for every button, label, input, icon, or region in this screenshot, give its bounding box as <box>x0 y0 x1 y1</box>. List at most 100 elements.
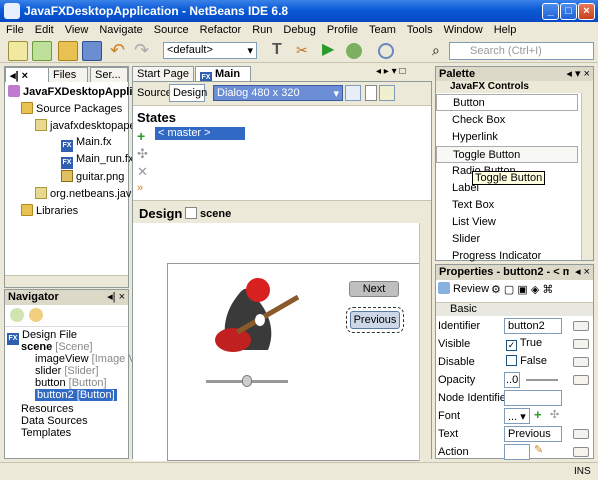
tab-files[interactable]: Files <box>48 67 88 82</box>
design-tab[interactable]: Design <box>169 84 207 102</box>
tree-package[interactable]: javafxdesktopape <box>35 119 136 132</box>
menu-profile[interactable]: Profile <box>321 22 363 36</box>
tree-org-package[interactable]: org.netbeans.jav <box>35 187 131 200</box>
menu-team[interactable]: Team <box>363 22 401 36</box>
open-project-icon[interactable] <box>58 41 78 61</box>
move-state-icon[interactable]: » <box>137 182 143 194</box>
sort-icon[interactable] <box>29 308 43 322</box>
navigator-controls[interactable]: ◂| × <box>107 290 125 303</box>
refresh-icon[interactable] <box>345 85 361 101</box>
configuration-select[interactable]: <default> ▾ <box>163 42 257 59</box>
property-view-icons[interactable]: ⚙ ▢ ▣ ◈ ⌘ <box>491 283 591 297</box>
design-canvas[interactable]: Next Previous <box>133 223 431 461</box>
run-icon[interactable]: ▶ <box>322 41 342 61</box>
tree-main-fx[interactable]: FX Main.fx <box>61 136 111 152</box>
menu-view[interactable]: View <box>59 22 94 36</box>
prop-visible-checkbox[interactable]: ✓ True <box>506 337 542 351</box>
palette-group[interactable]: JavaFX Controls <box>436 81 593 93</box>
nav-button[interactable]: button [Button] <box>35 377 107 389</box>
nav-scene[interactable]: scene [Scene] <box>21 341 93 353</box>
prop-node-id-field[interactable] <box>504 390 562 406</box>
scene-canvas[interactable]: Next Previous <box>167 263 420 461</box>
menu-tools[interactable]: Tools <box>401 22 438 36</box>
menu-source[interactable]: Source <box>148 22 194 36</box>
projects-hscrollbar[interactable] <box>5 275 128 287</box>
tree-libraries[interactable]: Libraries <box>21 204 78 217</box>
prop-identifier-field[interactable]: button2 <box>504 318 562 334</box>
palette-hyperlink[interactable]: Hyperlink <box>436 129 578 146</box>
tab-projects[interactable]: ◂| × <box>5 67 49 82</box>
state-master[interactable]: < master > <box>155 127 245 140</box>
menu-navigate[interactable]: Navigate <box>93 22 147 36</box>
tab-services[interactable]: Ser... <box>90 67 128 82</box>
menu-refactor[interactable]: Refactor <box>194 22 247 36</box>
undo-icon[interactable]: ↶ <box>110 41 130 61</box>
menu-window[interactable]: Window <box>438 22 488 36</box>
add-state-icon[interactable]: + <box>137 128 145 144</box>
nav-resources[interactable]: Resources <box>21 403 74 415</box>
tree-project[interactable]: JavaFXDesktopApplic <box>8 85 139 98</box>
profile-icon[interactable] <box>378 43 394 59</box>
tree-main-run-fx[interactable]: FX Main_run.fx <box>61 153 133 169</box>
palette-toggle-button[interactable]: Toggle Button <box>436 146 578 163</box>
tab-start-page[interactable]: Start Page <box>132 66 194 81</box>
maximize-button[interactable]: □ <box>560 3 577 20</box>
close-button[interactable]: × <box>578 3 595 20</box>
nav-data-sources[interactable]: Data Sources <box>21 415 88 427</box>
palette-progress-indicator[interactable]: Progress Indicator <box>436 248 578 265</box>
prop-action-edit-icon[interactable]: ✎ <box>534 443 543 456</box>
previous-button[interactable]: Previous <box>346 307 404 333</box>
prop-opacity-field[interactable]: ..0 <box>504 372 520 388</box>
preview-icon[interactable] <box>365 85 377 101</box>
eye-icon[interactable] <box>379 85 395 101</box>
dialog-size-select[interactable]: Dialog 480 x 320 ▾ <box>213 85 343 101</box>
minimize-button[interactable]: _ <box>542 3 559 20</box>
prop-visible-custom[interactable] <box>573 339 589 349</box>
clean-build-icon[interactable]: ✂ <box>296 41 316 61</box>
menu-file[interactable]: File <box>0 22 29 36</box>
prop-identifier-custom[interactable] <box>573 321 589 331</box>
menu-run[interactable]: Run <box>246 22 277 36</box>
tree-guitar-png[interactable]: guitar.png <box>61 170 124 183</box>
filter-icon[interactable] <box>10 308 24 322</box>
build-icon[interactable]: T <box>272 41 292 61</box>
basic-section[interactable]: Basic <box>436 302 593 316</box>
nav-templates[interactable]: Templates <box>21 427 71 439</box>
menu-debug[interactable]: Debug <box>277 22 320 36</box>
palette-vscrollbar[interactable] <box>581 93 593 260</box>
source-tab[interactable]: Source <box>137 87 172 99</box>
prop-text-field[interactable]: Previous <box>504 426 562 442</box>
palette-slider[interactable]: Slider <box>436 231 578 248</box>
duplicate-state-icon[interactable]: ✣ <box>137 146 148 162</box>
prop-opacity-slider[interactable] <box>526 379 558 381</box>
nav-slider[interactable]: slider [Slider] <box>35 365 99 377</box>
tree-source-packages[interactable]: Source Packages <box>21 102 122 115</box>
new-file-icon[interactable] <box>8 41 28 61</box>
prop-action-field[interactable] <box>504 444 530 460</box>
review-button[interactable]: Review <box>438 282 489 298</box>
tab-main[interactable]: FX Main <box>195 66 251 84</box>
palette-text-box[interactable]: Text Box <box>436 197 578 214</box>
design-vscrollbar[interactable] <box>419 223 431 461</box>
palette-controls[interactable]: ◂ ▾ × <box>566 67 590 80</box>
palette-check-box[interactable]: Check Box <box>436 112 578 129</box>
next-button[interactable]: Next <box>349 281 399 297</box>
nav-button2[interactable]: button2 [Button] <box>35 389 117 401</box>
prop-text-custom[interactable] <box>573 429 589 439</box>
palette-list-view[interactable]: List View <box>436 214 578 231</box>
new-project-icon[interactable] <box>32 41 52 61</box>
prop-disable-checkbox[interactable]: False <box>506 355 547 367</box>
prop-action-custom[interactable] <box>573 447 589 457</box>
debug-icon[interactable] <box>346 43 362 59</box>
palette-button[interactable]: Button <box>436 94 578 111</box>
prop-font-edit-icon[interactable]: ✣ <box>550 408 559 421</box>
save-all-icon[interactable] <box>82 41 102 61</box>
prop-opacity-custom[interactable] <box>573 375 589 385</box>
search-input[interactable]: Search (Ctrl+I) <box>449 42 594 60</box>
prop-disable-custom[interactable] <box>573 357 589 367</box>
menu-edit[interactable]: Edit <box>29 22 59 36</box>
slider-thumb[interactable] <box>242 375 252 387</box>
prop-font-add-icon[interactable]: + <box>534 407 542 422</box>
delete-state-icon[interactable]: ✕ <box>137 164 148 180</box>
editor-tab-nav[interactable]: ◂ ▸ ▾ □ <box>376 66 405 77</box>
